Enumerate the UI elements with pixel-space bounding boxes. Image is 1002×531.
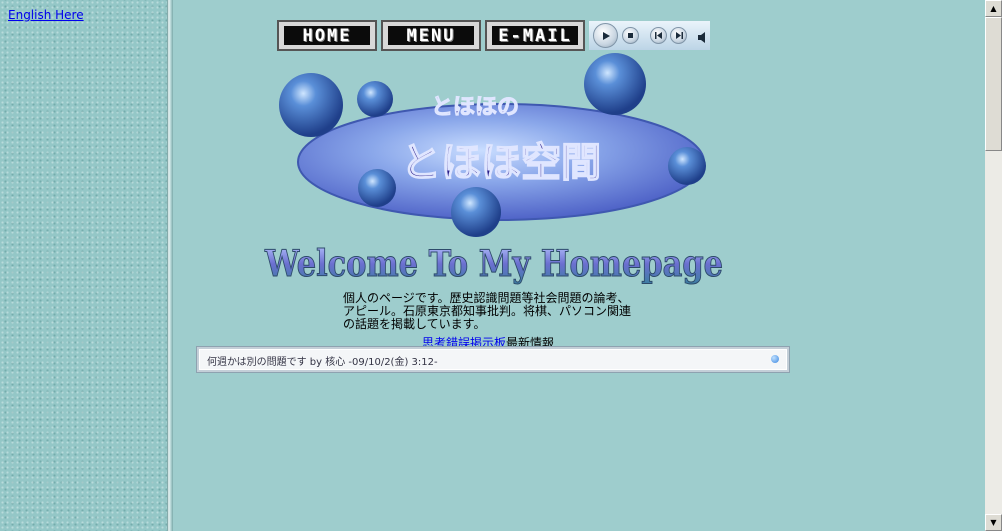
vertical-scrollbar[interactable]: ▲ ▼	[985, 0, 1002, 531]
scrollbar-thumb[interactable]	[985, 17, 1002, 151]
menu-button-label: MENU	[388, 26, 474, 46]
welcome-text: Welcome To My Homepage	[264, 243, 723, 285]
stop-icon[interactable]	[622, 27, 639, 44]
ticker-text[interactable]: 何週かは別の問題です by 核心 -09/10/2(金) 3:12-	[207, 353, 438, 368]
left-frame: English Here	[0, 0, 167, 531]
next-icon[interactable]	[670, 27, 687, 44]
volume-icon[interactable]	[697, 29, 709, 43]
media-player	[589, 21, 710, 50]
home-button[interactable]: HOME	[277, 20, 377, 51]
welcome-banner: Welcome To My Homepage	[261, 236, 731, 290]
scroll-down-arrow-icon[interactable]: ▼	[985, 514, 1002, 531]
previous-icon[interactable]	[650, 27, 667, 44]
scroll-up-arrow-icon[interactable]: ▲	[985, 0, 1002, 17]
logo-text-large: とほほ空間	[401, 140, 601, 186]
menu-button[interactable]: MENU	[381, 20, 481, 51]
play-icon[interactable]	[593, 23, 618, 48]
email-button[interactable]: E-MAIL	[485, 20, 585, 51]
site-description: 個人のページです。歴史認識問題等社会問題の論考、 アピール。石原東京都知事批判。…	[343, 292, 643, 331]
news-ticker[interactable]: 何週かは別の問題です by 核心 -09/10/2(金) 3:12-	[197, 347, 789, 372]
english-here-link[interactable]: English Here	[8, 8, 84, 22]
main-frame: HOME MENU E-MAIL とほほの とほほ空間 Welcome To M…	[173, 0, 985, 531]
description-line: の話題を掲載しています。	[343, 317, 486, 331]
logo-text-small: とほほの	[431, 95, 519, 120]
ticker-indicator-icon	[771, 355, 779, 363]
site-logo: とほほの とほほ空間	[273, 52, 713, 241]
home-button-label: HOME	[284, 26, 370, 46]
email-button-label: E-MAIL	[492, 26, 578, 46]
